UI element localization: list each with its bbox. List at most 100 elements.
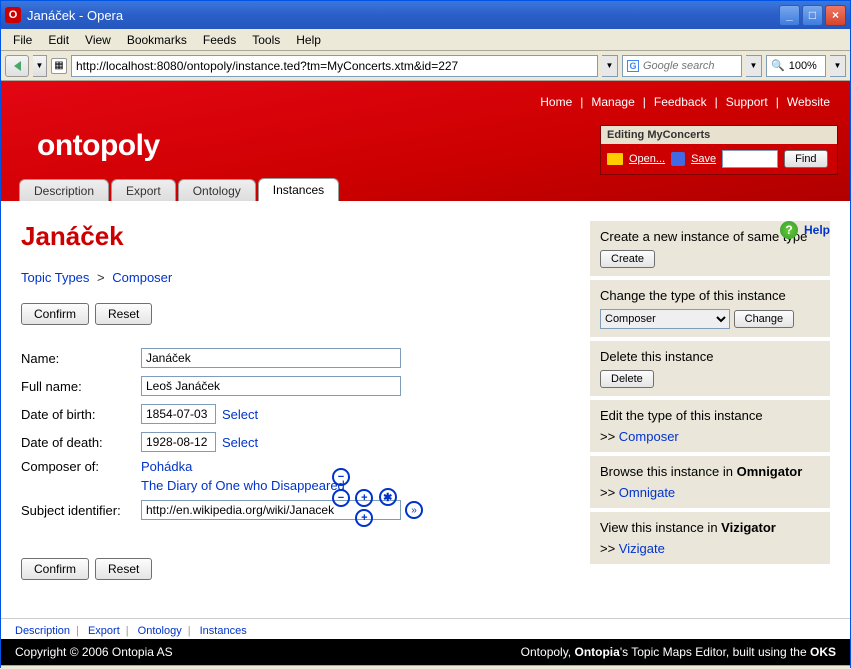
toolbar: ▼ ▦ ▼ G ▼ 🔍 100% ▼	[1, 51, 850, 81]
tab-description[interactable]: Description	[19, 179, 109, 201]
omnigate-link[interactable]: Omnigate	[619, 485, 675, 500]
triangle-left-icon	[14, 61, 21, 71]
change-button[interactable]: Change	[734, 310, 795, 328]
save-link[interactable]: Save	[691, 153, 716, 165]
edit-panel-title: Editing MyConcerts	[601, 126, 837, 144]
minimize-button[interactable]: _	[779, 5, 800, 26]
reset-button-top[interactable]: Reset	[95, 303, 152, 325]
disk-icon	[671, 152, 685, 166]
breadcrumb-leaf[interactable]: Composer	[112, 270, 172, 285]
name-label: Name:	[21, 351, 141, 366]
search-box[interactable]: G	[622, 55, 742, 77]
composer-item-0[interactable]: Pohádka	[141, 459, 345, 474]
footer-tab-description[interactable]: Description	[15, 625, 70, 637]
breadcrumb-root[interactable]: Topic Types	[21, 270, 89, 285]
add-subject-icon[interactable]: +	[355, 509, 373, 527]
fullname-label: Full name:	[21, 379, 141, 394]
add-item-icon[interactable]: +	[355, 489, 373, 507]
side-view-title: View this instance in Vizigator	[600, 520, 820, 535]
google-icon: G	[627, 60, 639, 72]
dod-input[interactable]	[141, 432, 216, 452]
reset-button-bottom[interactable]: Reset	[95, 558, 152, 580]
fullname-input[interactable]	[141, 376, 401, 396]
opera-icon: O	[5, 7, 21, 23]
side-change-title: Change the type of this instance	[600, 288, 820, 303]
menu-bookmarks[interactable]: Bookmarks	[119, 31, 195, 49]
side-delete: Delete this instance Delete	[590, 341, 830, 396]
nav-feedback[interactable]: Feedback	[654, 95, 707, 109]
back-button[interactable]	[5, 55, 29, 77]
side-edit-title: Edit the type of this instance	[600, 408, 820, 423]
composer-item-1[interactable]: The Diary of One who Disappeared	[141, 478, 345, 493]
menu-edit[interactable]: Edit	[40, 31, 77, 49]
dob-select-link[interactable]: Select	[222, 407, 258, 422]
edit-panel: Editing MyConcerts Open... Save Find	[600, 125, 838, 175]
dod-label: Date of death:	[21, 435, 141, 450]
help-link[interactable]: ? Help	[780, 221, 830, 239]
url-input[interactable]	[71, 55, 598, 77]
nav-manage[interactable]: Manage	[591, 95, 634, 109]
tabs: Description Export Ontology Instances	[1, 179, 341, 201]
sidebar: Create a new instance of same type Creat…	[590, 221, 830, 602]
confirm-button-top[interactable]: Confirm	[21, 303, 89, 325]
footer-tab-instances[interactable]: Instances	[200, 625, 247, 637]
breadcrumb: Topic Types > Composer	[21, 270, 570, 285]
menu-help[interactable]: Help	[288, 31, 329, 49]
find-button[interactable]: Find	[784, 150, 827, 168]
footer-right: Ontopoly, Ontopia's Topic Maps Editor, b…	[521, 645, 836, 659]
dob-input[interactable]	[141, 404, 216, 424]
top-nav: Home| Manage| Feedback| Support| Website	[540, 95, 830, 109]
confirm-button-bottom[interactable]: Confirm	[21, 558, 89, 580]
side-browse-title: Browse this instance in Omnigator	[600, 464, 820, 479]
main-content: Janáček Topic Types > Composer Confirm R…	[21, 221, 570, 602]
tab-export[interactable]: Export	[111, 179, 176, 201]
page-icon: ▦	[51, 58, 67, 74]
name-input[interactable]	[141, 348, 401, 368]
nav-website[interactable]: Website	[787, 95, 830, 109]
remove-item-icon[interactable]: −	[332, 468, 350, 486]
url-dropdown[interactable]: ▼	[602, 55, 618, 77]
menu-view[interactable]: View	[77, 31, 119, 49]
footer-tab-export[interactable]: Export	[88, 625, 120, 637]
footer-bar: Copyright © 2006 Ontopia AS Ontopoly, On…	[1, 639, 850, 665]
magnifier-icon: 🔍	[771, 59, 785, 72]
dod-select-link[interactable]: Select	[222, 435, 258, 450]
menu-feeds[interactable]: Feeds	[195, 31, 244, 49]
nav-home[interactable]: Home	[540, 95, 572, 109]
delete-button[interactable]: Delete	[600, 370, 654, 388]
logo: ontopoly	[37, 129, 160, 163]
window-titlebar: O Janáček - Opera _ □ ×	[1, 1, 850, 29]
vizigate-link[interactable]: Vizigate	[619, 541, 665, 556]
footer-tab-ontology[interactable]: Ontology	[138, 625, 182, 637]
page-title: Janáček	[21, 221, 570, 252]
zoom-control[interactable]: 🔍 100%	[766, 55, 826, 77]
search-input[interactable]	[643, 60, 733, 72]
menubar: File Edit View Bookmarks Feeds Tools Hel…	[1, 29, 850, 51]
type-select[interactable]: Composer	[600, 309, 730, 329]
statusbar	[1, 665, 850, 669]
tab-instances[interactable]: Instances	[258, 178, 339, 201]
help-icon: ?	[780, 221, 798, 239]
remove-item-icon-2[interactable]: −	[332, 489, 350, 507]
tab-ontology[interactable]: Ontology	[178, 179, 256, 201]
maximize-button[interactable]: □	[802, 5, 823, 26]
close-button[interactable]: ×	[825, 5, 846, 26]
subject-label: Subject identifier:	[21, 503, 141, 518]
copyright: Copyright © 2006 Ontopia AS	[15, 645, 173, 659]
menu-tools[interactable]: Tools	[244, 31, 288, 49]
create-button[interactable]: Create	[600, 250, 655, 268]
dob-label: Date of birth:	[21, 407, 141, 422]
side-delete-title: Delete this instance	[600, 349, 820, 364]
search-dropdown[interactable]: ▼	[746, 55, 762, 77]
open-link[interactable]: Open...	[629, 153, 665, 165]
back-dropdown[interactable]: ▼	[33, 55, 47, 77]
help-label: Help	[804, 223, 830, 237]
edit-type-link[interactable]: Composer	[619, 429, 679, 444]
star-item-icon[interactable]: ✱	[379, 488, 397, 506]
find-input[interactable]	[722, 150, 778, 168]
menu-file[interactable]: File	[5, 31, 40, 49]
side-browse: Browse this instance in Omnigator >> Omn…	[590, 456, 830, 508]
header: Home| Manage| Feedback| Support| Website…	[1, 81, 850, 201]
zoom-dropdown[interactable]: ▼	[830, 55, 846, 77]
nav-support[interactable]: Support	[726, 95, 768, 109]
